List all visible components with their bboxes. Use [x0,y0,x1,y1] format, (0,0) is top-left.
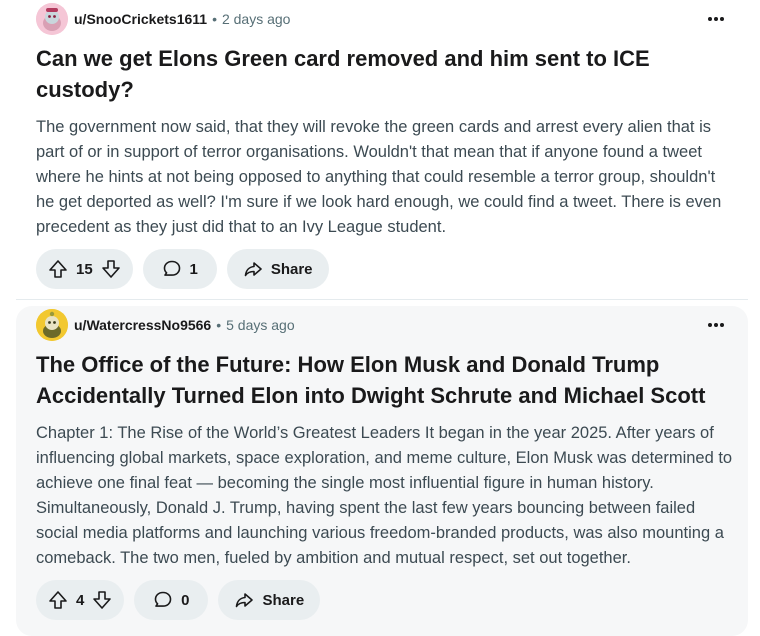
post-title[interactable]: The Office of the Future: How Elon Musk … [36,349,736,411]
comments-button[interactable]: 1 [142,249,217,289]
comment-count: 0 [181,591,190,609]
share-label: Share [270,260,313,278]
comments-button[interactable]: 0 [134,580,209,620]
meta-separator: • [216,317,222,333]
vote-count: 4 [76,591,85,609]
post-meta: u/SnooCrickets1611 • 2 days ago [36,3,290,35]
share-button[interactable]: Share [226,249,329,289]
post-actions: 15 1 Share [36,249,329,289]
post-body[interactable]: Chapter 1: The Rise of the World’s Great… [36,421,736,571]
downvote-icon[interactable] [101,259,121,279]
post-meta: u/WatercressNo9566 • 5 days ago [36,309,295,341]
avatar[interactable] [36,3,68,35]
share-label: Share [262,591,305,609]
post-title[interactable]: Can we get Elons Green card removed and … [36,43,736,105]
share-button[interactable]: Share [218,580,321,620]
username[interactable]: u/WatercressNo9566 [74,317,211,333]
more-options-icon [708,323,724,327]
comment-count: 1 [189,260,198,278]
comment-icon [163,260,180,276]
post-body[interactable]: The government now said, that they will … [36,115,736,240]
downvote-icon[interactable] [92,590,112,610]
post-time: 5 days ago [226,317,295,333]
comment-icon [154,591,172,607]
vote-bar: 15 [36,249,133,289]
post-time: 2 days ago [221,11,291,27]
share-icon [244,262,262,277]
more-options-button[interactable] [706,9,726,29]
upvote-icon[interactable] [48,259,68,279]
post-card[interactable]: u/WatercressNo9566 • 5 days ago The Offi… [16,306,748,636]
username[interactable]: u/SnooCrickets1611 [74,11,207,27]
snoo-avatar-icon [36,309,68,341]
more-options-button[interactable] [706,315,726,335]
meta-separator: • [212,11,217,27]
vote-count: 15 [76,260,93,278]
vote-bar: 4 [36,580,125,620]
more-options-icon [708,17,724,21]
avatar[interactable] [36,309,68,341]
post-actions: 4 0 Share [36,580,321,620]
share-icon [236,593,254,608]
upvote-icon[interactable] [48,590,68,610]
snoo-avatar-icon [36,3,68,35]
post-card[interactable]: u/SnooCrickets1611 • 2 days ago Can we g… [16,0,748,300]
post-divider [16,299,748,300]
